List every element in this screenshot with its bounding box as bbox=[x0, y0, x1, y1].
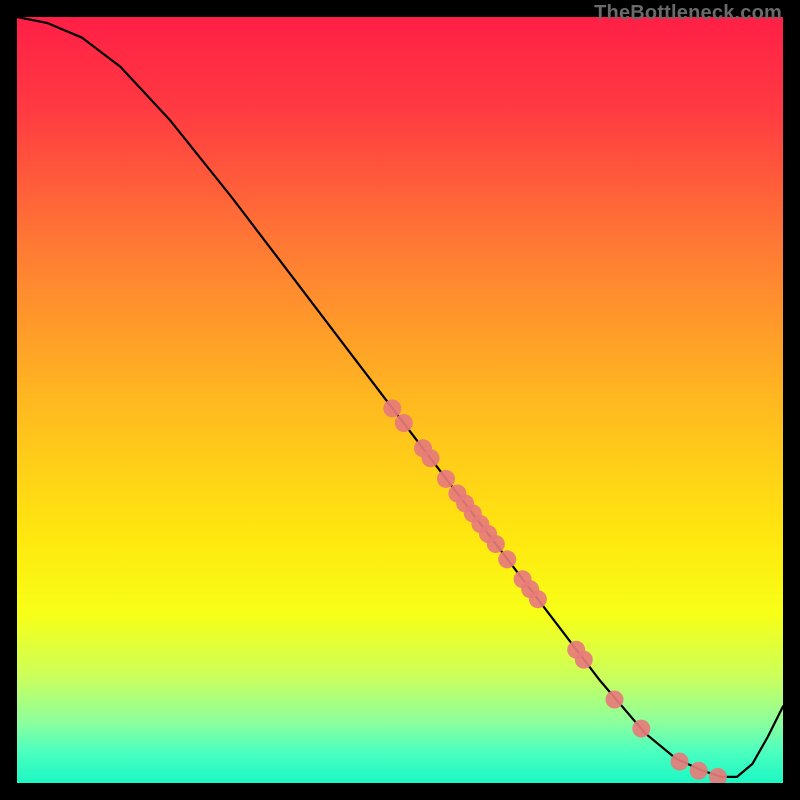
chart-svg bbox=[17, 17, 783, 783]
data-point bbox=[529, 590, 547, 608]
gradient-background bbox=[17, 17, 783, 783]
data-point bbox=[498, 550, 516, 568]
data-point bbox=[690, 762, 708, 780]
data-point bbox=[437, 470, 455, 488]
chart-container: TheBottleneck.com bbox=[0, 0, 800, 800]
data-point bbox=[487, 535, 505, 553]
data-point bbox=[422, 449, 440, 467]
data-point bbox=[606, 691, 624, 709]
watermark-text: TheBottleneck.com bbox=[594, 2, 782, 25]
plot-area bbox=[17, 17, 783, 783]
data-point bbox=[575, 651, 593, 669]
data-point bbox=[383, 399, 401, 417]
data-point bbox=[395, 414, 413, 432]
data-point bbox=[632, 720, 650, 738]
data-point bbox=[671, 753, 689, 771]
